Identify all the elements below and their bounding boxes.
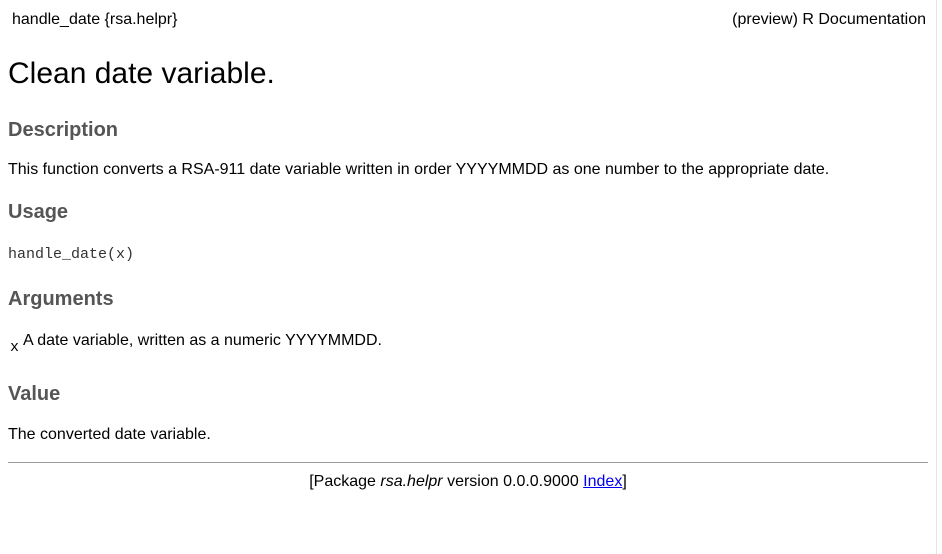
documentation-page: handle_date {rsa.helpr} (preview) R Docu… <box>0 0 936 554</box>
footer-package-name: rsa.helpr <box>380 473 443 490</box>
value-heading: Value <box>8 383 61 405</box>
description-heading: Description <box>8 119 119 141</box>
index-link[interactable]: Index <box>583 473 622 490</box>
arguments-heading: Arguments <box>8 288 114 310</box>
usage-heading: Usage <box>8 201 69 223</box>
value-text: The converted date variable. <box>8 426 211 443</box>
header-topic: handle_date {rsa.helpr} <box>12 11 178 28</box>
argument-description: A date variable, written as a numeric YY… <box>23 332 382 349</box>
argument-name: x <box>10 339 20 356</box>
description-text: This function converts a RSA-911 date va… <box>8 161 830 178</box>
package-footer: [Package rsa.helpr version 0.0.0.9000 In… <box>8 472 928 492</box>
footer-prefix: [Package <box>309 473 381 490</box>
doc-header: handle_date {rsa.helpr} (preview) R Docu… <box>12 11 926 31</box>
header-source: (preview) R Documentation <box>732 11 926 28</box>
footer-divider <box>8 462 928 463</box>
usage-code: handle_date(x) <box>8 246 135 263</box>
scrollbar-track[interactable] <box>936 0 942 554</box>
argument-row: x A date variable, written as a numeric … <box>10 332 382 356</box>
footer-version: version 0.0.0.9000 <box>442 473 584 490</box>
page-title: Clean date variable. <box>8 57 275 90</box>
footer-suffix: ] <box>622 473 627 490</box>
